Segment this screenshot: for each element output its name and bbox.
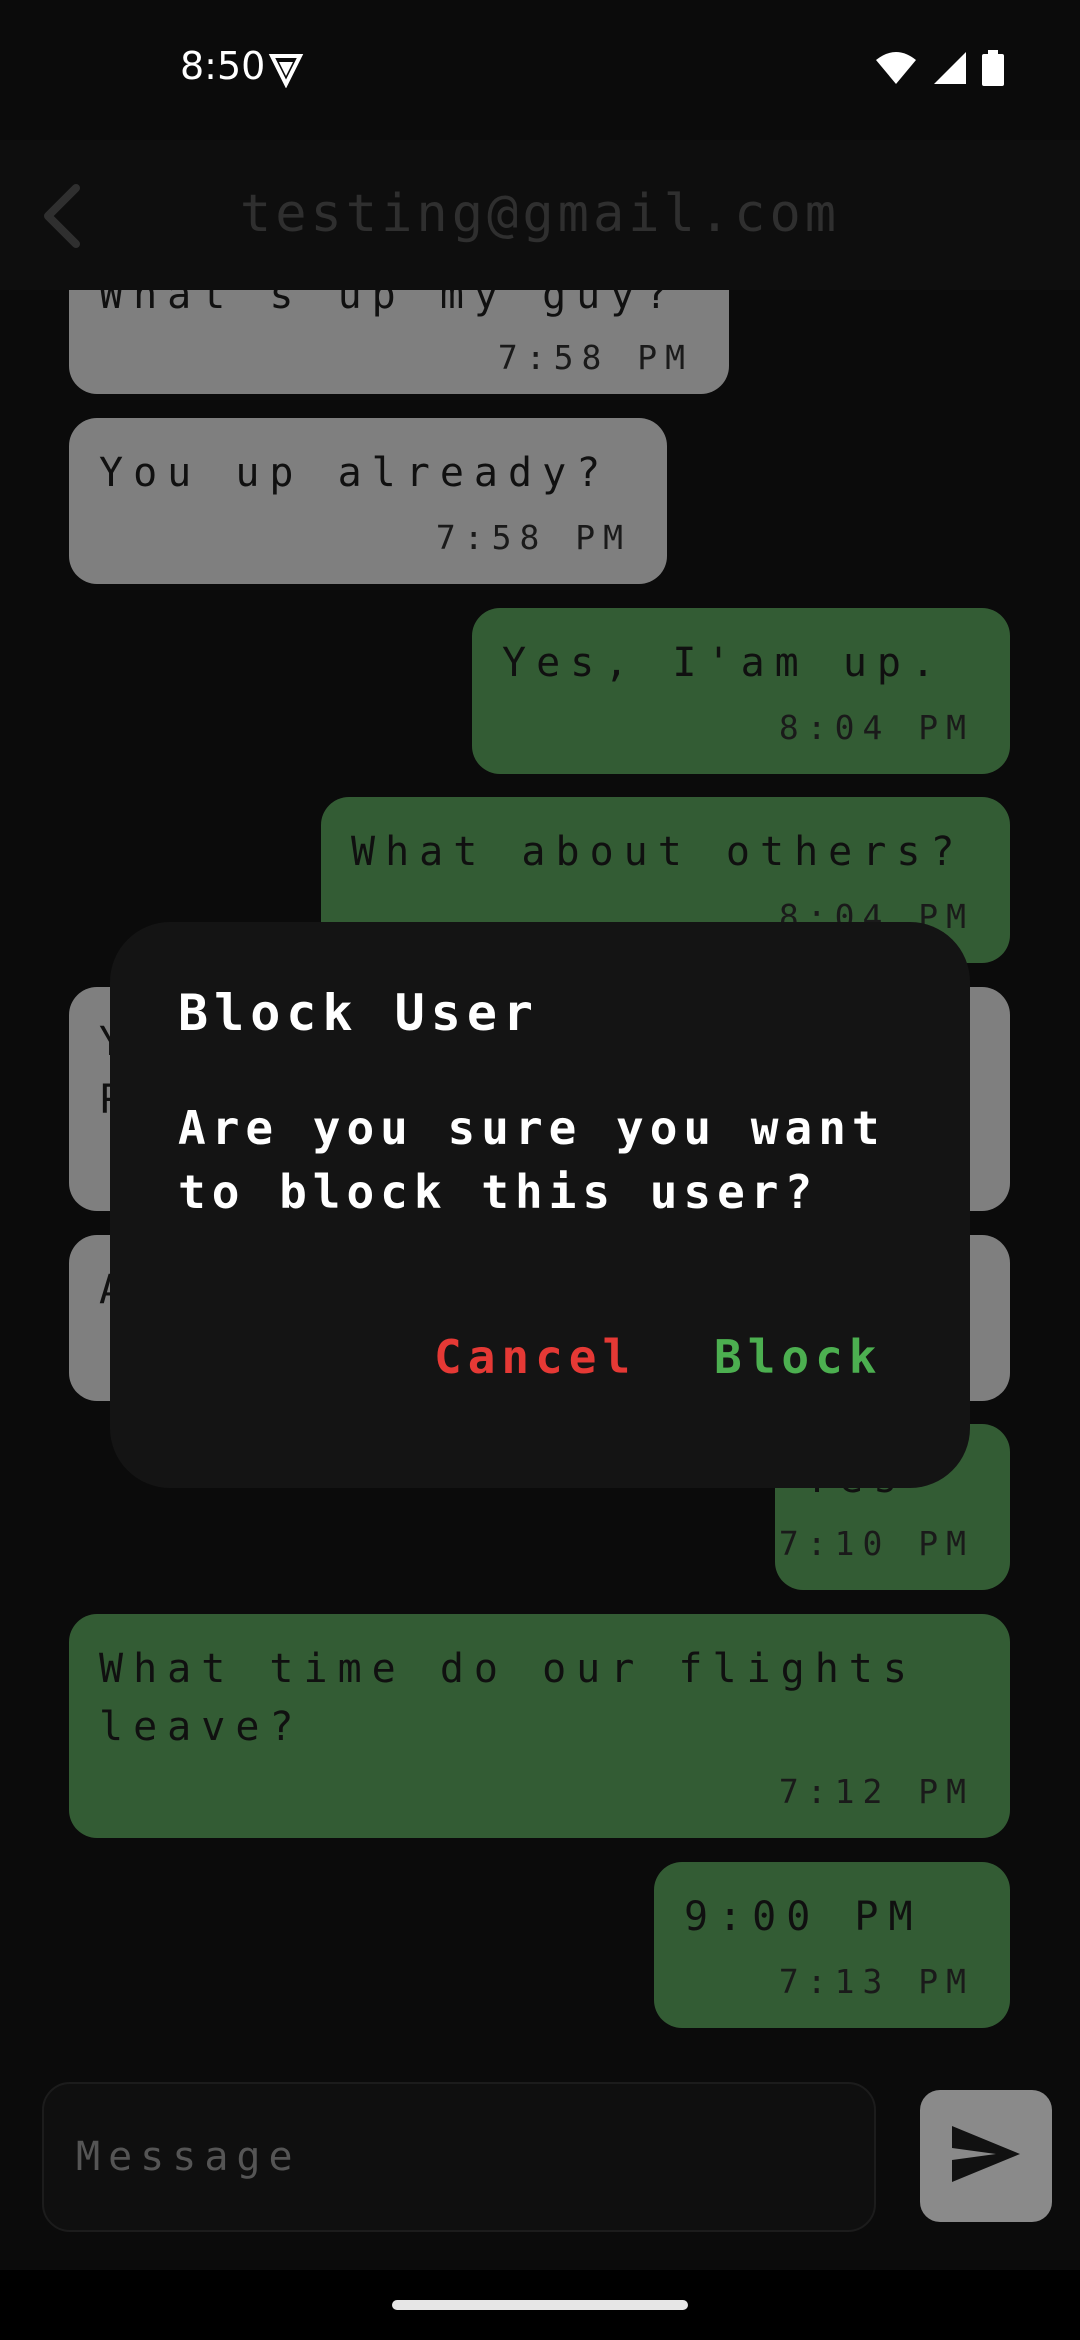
system-nav-bar [0,2270,1080,2340]
send-icon [950,2124,1022,2188]
message-input[interactable] [42,2082,876,2232]
cancel-button[interactable]: Cancel [434,1330,636,1384]
message-composer [0,2050,1080,2270]
dialog-message: Are you sure you want to block this user… [178,1101,886,1219]
block-user-dialog: Block User Are you sure you want to bloc… [110,922,970,1488]
dialog-title: Block User [178,984,540,1042]
send-button[interactable] [920,2090,1052,2222]
home-gesture-handle[interactable] [392,2300,688,2310]
block-button[interactable]: Block [714,1330,882,1384]
